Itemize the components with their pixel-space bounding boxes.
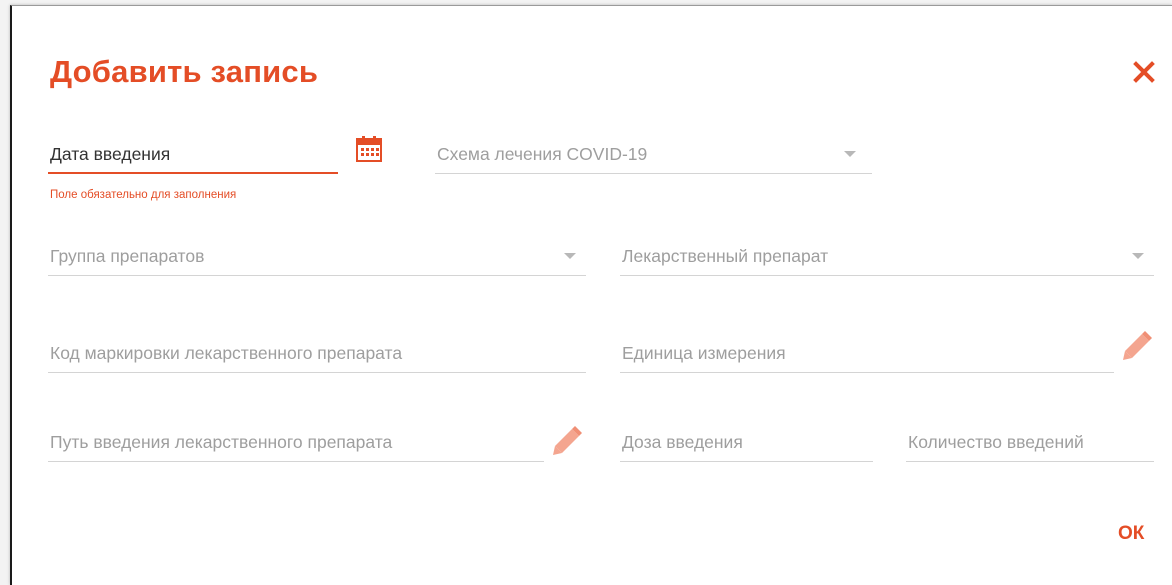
pencil-icon: [1123, 331, 1152, 360]
chevron-down-icon: [844, 151, 856, 157]
count-input[interactable]: Количество введений: [906, 422, 1154, 462]
ok-button[interactable]: ОК: [1118, 523, 1144, 545]
drug-group-underline: [48, 275, 586, 276]
route-edit-button[interactable]: [550, 426, 582, 458]
unit-edit-button[interactable]: [1120, 331, 1152, 363]
count-underline: [906, 461, 1154, 462]
dose-underline: [620, 461, 873, 462]
date-field-value: Дата введения: [50, 144, 171, 164]
drug-select[interactable]: Лекарственный препарат: [620, 236, 1154, 276]
unit-input[interactable]: Единица измерения: [620, 333, 1114, 373]
close-icon: [1133, 61, 1155, 83]
dose-placeholder: Доза введения: [622, 432, 743, 452]
route-underline: [48, 461, 544, 462]
drug-group-select[interactable]: Группа препаратов: [48, 236, 586, 276]
close-button[interactable]: [1132, 60, 1156, 84]
calendar-button[interactable]: [355, 135, 383, 163]
covid-scheme-placeholder: Схема лечения COVID-19: [437, 144, 648, 164]
chevron-down-icon: [1132, 253, 1144, 259]
drug-placeholder: Лекарственный препарат: [622, 246, 829, 266]
covid-scheme-select[interactable]: Схема лечения COVID-19: [435, 134, 872, 174]
dialog-title: Добавить запись: [50, 54, 319, 89]
date-field[interactable]: Дата введения: [48, 134, 338, 174]
covid-scheme-underline: [435, 173, 872, 174]
marking-code-input[interactable]: Код маркировки лекарственного препарата: [48, 333, 586, 373]
drug-underline: [620, 275, 1154, 276]
route-input[interactable]: Путь введения лекарственного препарата: [48, 422, 544, 462]
marking-code-underline: [48, 372, 586, 373]
unit-placeholder: Единица измерения: [622, 343, 786, 363]
dose-input[interactable]: Доза введения: [620, 422, 873, 462]
chevron-down-icon: [564, 253, 576, 259]
unit-underline: [620, 372, 1114, 373]
add-record-dialog: Добавить запись Дата введения Поле обяза…: [10, 5, 1172, 585]
date-field-error: Поле обязательно для заполнения: [50, 189, 237, 201]
drug-group-placeholder: Группа препаратов: [50, 246, 205, 266]
calendar-icon: [356, 136, 382, 162]
count-placeholder: Количество введений: [908, 432, 1084, 452]
pencil-icon: [553, 426, 582, 455]
marking-code-placeholder: Код маркировки лекарственного препарата: [50, 343, 403, 363]
date-field-underline: [48, 172, 338, 174]
route-placeholder: Путь введения лекарственного препарата: [50, 432, 393, 452]
